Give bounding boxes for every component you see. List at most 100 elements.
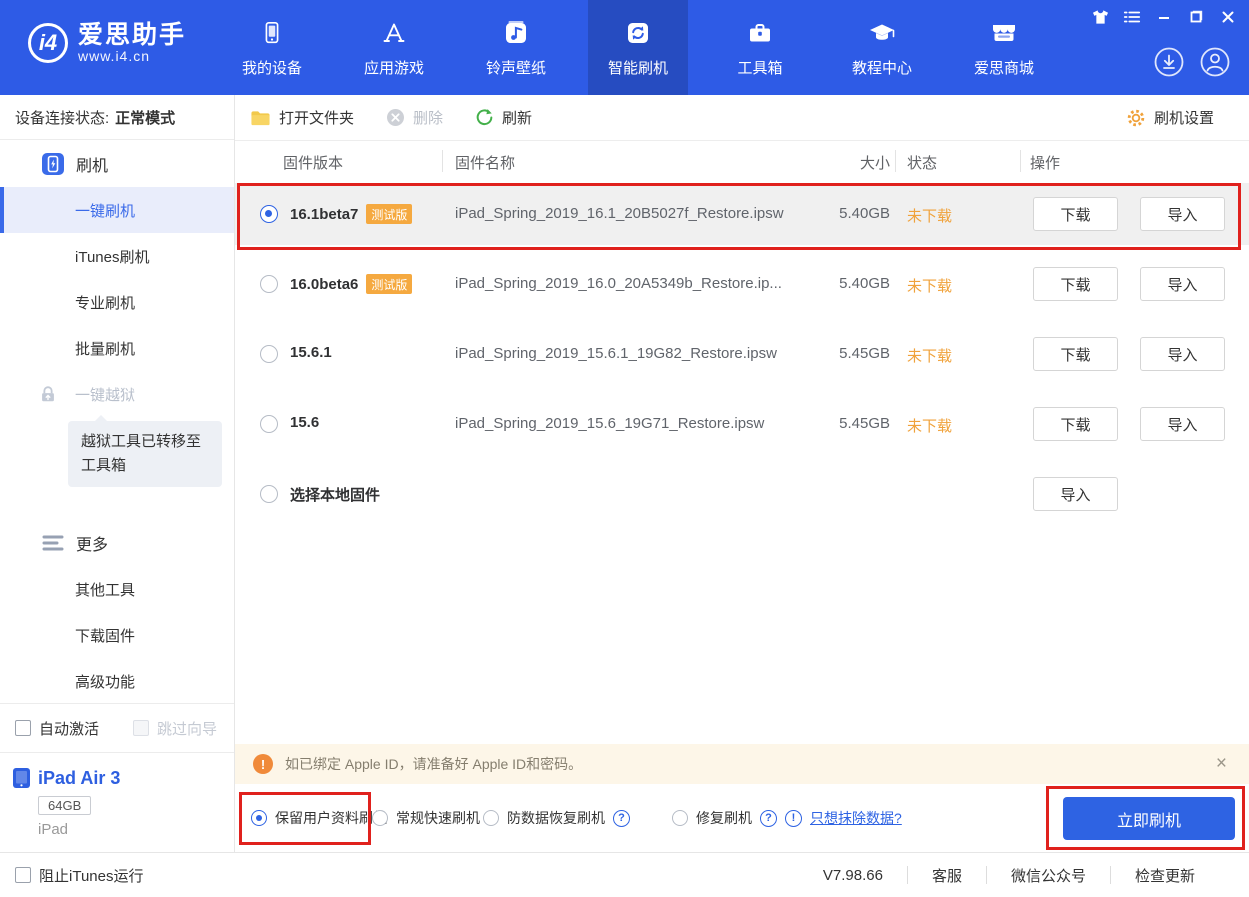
notice-close-icon[interactable]: × <box>1216 753 1227 775</box>
import-button[interactable]: 导入 <box>1140 197 1225 231</box>
app-logo[interactable]: i4 爱思助手 www.i4.cn <box>28 22 186 64</box>
firmware-radio[interactable] <box>260 485 278 503</box>
flash-now-button[interactable]: 立即刷机 <box>1063 797 1235 840</box>
radio-icon <box>483 810 499 826</box>
close-icon[interactable] <box>1219 8 1237 26</box>
device-name: iPad Air 3 <box>38 768 120 789</box>
option-keep-user-data[interactable]: 保留用户资料刷机 <box>251 808 387 828</box>
nav-app-games[interactable]: 应用游戏 <box>344 0 444 95</box>
option-anti-data-recovery-flash[interactable]: 防数据恢复刷机 ? <box>483 808 630 828</box>
toolbox-icon <box>746 18 774 48</box>
firmware-radio[interactable] <box>260 415 278 433</box>
auto-activate-checkbox[interactable]: 自动激活 <box>15 718 99 739</box>
firmware-radio[interactable] <box>260 275 278 293</box>
nav-smart-flash[interactable]: 智能刷机 <box>588 0 688 95</box>
block-itunes-checkbox[interactable]: 阻止iTunes运行 <box>15 865 143 886</box>
radio-icon <box>372 810 388 826</box>
wechat-official-link[interactable]: 微信公众号 <box>987 865 1110 886</box>
sidebar-item-batch-flash[interactable]: 批量刷机 <box>0 325 234 371</box>
skin-theme-icon[interactable] <box>1091 8 1109 26</box>
minimize-icon[interactable] <box>1155 8 1173 26</box>
beta-badge: 测试版 <box>366 204 412 224</box>
firmware-radio[interactable] <box>260 345 278 363</box>
option-normal-fast-flash[interactable]: 常规快速刷机 <box>372 808 480 828</box>
sidebar-item-itunes-flash[interactable]: iTunes刷机 <box>0 233 234 279</box>
help-question-icon[interactable]: ? <box>760 810 777 827</box>
radio-icon <box>251 810 267 826</box>
firmware-row[interactable]: 16.1beta7 测试版 iPad_Spring_2019_16.1_20B5… <box>235 183 1249 245</box>
sidebar-item-pro-flash[interactable]: 专业刷机 <box>0 279 234 325</box>
folder-icon <box>250 109 271 127</box>
sidebar-group-flash[interactable]: 刷机 <box>0 140 234 187</box>
flash-phone-icon <box>42 153 64 175</box>
storefront-icon <box>989 18 1019 48</box>
sidebar-item-advanced[interactable]: 高级功能 <box>0 658 234 704</box>
import-button[interactable]: 导入 <box>1140 407 1225 441</box>
download-button[interactable]: 下载 <box>1033 407 1118 441</box>
sidebar-group-more[interactable]: 更多 <box>0 519 234 566</box>
import-button[interactable]: 导入 <box>1140 337 1225 371</box>
refresh-icon <box>475 108 494 127</box>
connected-device-panel: iPad Air 3 64GB iPad <box>0 752 234 852</box>
import-button[interactable]: 导入 <box>1033 477 1118 511</box>
sidebar-item-other-tools[interactable]: 其他工具 <box>0 566 234 612</box>
app-version: V7.98.66 <box>799 867 907 884</box>
firmware-filename: iPad_Spring_2019_15.6.1_19G82_Restore.ip… <box>455 345 777 362</box>
column-header-size: 大小 <box>795 152 890 173</box>
refresh-button[interactable]: 刷新 <box>475 107 532 128</box>
option-label: 常规快速刷机 <box>396 808 480 828</box>
account-icon[interactable] <box>1199 46 1231 78</box>
firmware-status: 未下载 <box>907 275 952 296</box>
import-button[interactable]: 导入 <box>1140 267 1225 301</box>
firmware-size: 5.40GB <box>795 275 890 292</box>
sidebar-item-one-key-flash[interactable]: 一键刷机 <box>0 187 234 233</box>
firmware-row[interactable]: 16.0beta6 测试版 iPad_Spring_2019_16.0_20A5… <box>235 253 1249 315</box>
check-update-link[interactable]: 检查更新 <box>1111 865 1219 886</box>
device-type: iPad <box>38 821 234 838</box>
nav-store[interactable]: 爱思商城 <box>954 0 1054 95</box>
toolbar-label: 打开文件夹 <box>279 107 354 128</box>
nav-toolbox[interactable]: 工具箱 <box>710 0 810 95</box>
download-manager-icon[interactable] <box>1153 46 1185 78</box>
erase-data-link[interactable]: 只想抹除数据? <box>810 808 902 828</box>
firmware-radio[interactable] <box>260 205 278 223</box>
delete-button[interactable]: 删除 <box>386 107 443 128</box>
connection-status-label: 设备连接状态: <box>15 107 109 128</box>
firmware-version: 16.0beta6 <box>290 276 358 293</box>
firmware-table-header: 固件版本 固件名称 大小 状态 操作 <box>235 141 1249 183</box>
connection-status-value: 正常模式 <box>115 107 175 128</box>
nav-ringtones-wallpaper[interactable]: 铃声壁纸 <box>466 0 566 95</box>
flash-settings-button[interactable]: 刷机设置 <box>1126 107 1214 128</box>
open-folder-button[interactable]: 打开文件夹 <box>250 107 354 128</box>
beta-badge: 测试版 <box>366 274 412 294</box>
checkbox-icon <box>15 720 31 736</box>
lock-icon <box>38 384 58 404</box>
skip-wizard-checkbox[interactable]: 跳过向导 <box>133 718 217 739</box>
column-header-status: 状态 <box>907 152 937 173</box>
main-nav: 我的设备 应用游戏 铃声壁纸 智能刷机 <box>222 0 1076 95</box>
nav-my-device[interactable]: 我的设备 <box>222 0 322 95</box>
device-connection-status: 设备连接状态: 正常模式 <box>0 95 234 140</box>
nav-tutorials[interactable]: 教程中心 <box>832 0 932 95</box>
maximize-icon[interactable] <box>1187 8 1205 26</box>
appstore-icon <box>380 18 408 48</box>
download-button[interactable]: 下载 <box>1033 267 1118 301</box>
download-button[interactable]: 下载 <box>1033 197 1118 231</box>
firmware-size: 5.45GB <box>795 345 890 362</box>
device-capacity-badge: 64GB <box>38 796 91 815</box>
download-button[interactable]: 下载 <box>1033 337 1118 371</box>
nav-label: 工具箱 <box>737 57 782 78</box>
nav-label: 铃声壁纸 <box>486 57 546 78</box>
firmware-row[interactable]: 15.6.1 iPad_Spring_2019_15.6.1_19G82_Res… <box>235 323 1249 385</box>
toolbar-label: 刷机设置 <box>1154 107 1214 128</box>
help-question-icon[interactable]: ? <box>613 810 630 827</box>
sidebar-item-label: 专业刷机 <box>75 292 135 313</box>
menu-list-icon[interactable] <box>1123 8 1141 26</box>
firmware-row[interactable]: 15.6 iPad_Spring_2019_15.6_19G71_Restore… <box>235 393 1249 455</box>
sidebar-item-jailbreak[interactable]: 一键越狱 <box>0 371 234 417</box>
customer-support-link[interactable]: 客服 <box>908 865 986 886</box>
radio-icon <box>672 810 688 826</box>
option-repair-flash[interactable]: 修复刷机 ? ! 只想抹除数据? <box>672 808 902 828</box>
sidebar-item-download-firmware[interactable]: 下载固件 <box>0 612 234 658</box>
firmware-row-local[interactable]: 选择本地固件 导入 <box>235 463 1249 525</box>
